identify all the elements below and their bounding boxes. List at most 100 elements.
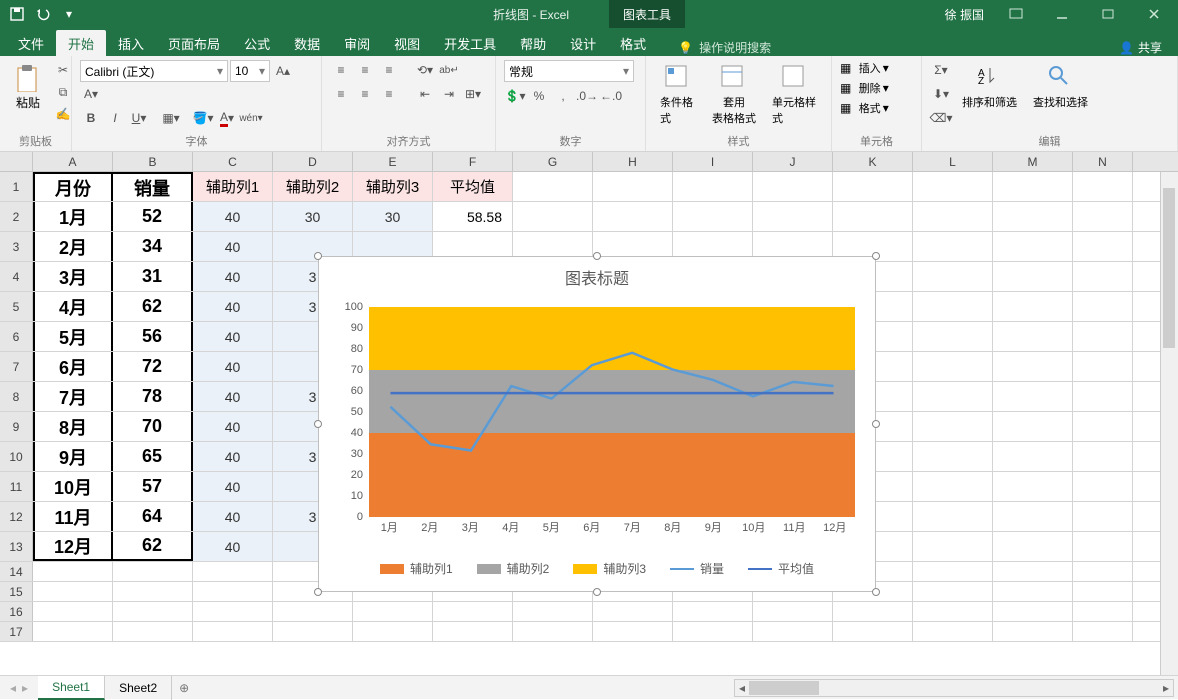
align-bottom-icon[interactable]: ≡ [378, 60, 400, 80]
close-icon[interactable] [1134, 1, 1174, 27]
row-header[interactable]: 13 [0, 532, 33, 561]
resize-handle-icon[interactable] [593, 252, 601, 260]
percent-icon[interactable]: % [528, 86, 550, 106]
number-format-combo[interactable]: 常规▾ [504, 60, 634, 82]
tab-insert[interactable]: 插入 [106, 30, 156, 56]
tab-page-layout[interactable]: 页面布局 [156, 30, 232, 56]
fill-icon[interactable]: ⬇▾ [930, 84, 952, 104]
resize-handle-icon[interactable] [314, 588, 322, 596]
column-header[interactable]: F [433, 152, 513, 171]
row-header[interactable]: 5 [0, 292, 33, 321]
merge-icon[interactable]: ⊞▾ [462, 84, 484, 104]
sort-filter-button[interactable]: AZ排序和筛选 [956, 60, 1023, 114]
tab-home[interactable]: 开始 [56, 30, 106, 56]
embedded-chart[interactable]: 图表标题 0102030405060708090100 1月2月3月4月5月6月… [318, 256, 876, 592]
tell-me-search[interactable]: 💡 操作说明搜索 [678, 39, 771, 56]
row-header[interactable]: 15 [0, 582, 33, 601]
format-painter-icon[interactable]: ✍ [52, 104, 74, 124]
column-header[interactable]: N [1073, 152, 1133, 171]
increase-indent-icon[interactable]: ⇥ [438, 84, 460, 104]
clear-icon[interactable]: ⌫▾ [930, 108, 952, 128]
align-right-icon[interactable]: ≡ [378, 84, 400, 104]
vertical-scrollbar[interactable] [1160, 172, 1178, 675]
find-select-button[interactable]: 查找和选择 [1027, 60, 1094, 114]
column-header[interactable]: G [513, 152, 593, 171]
italic-icon[interactable]: I [104, 108, 126, 128]
row-header[interactable]: 16 [0, 602, 33, 621]
autosum-icon[interactable]: Σ▾ [930, 60, 952, 80]
chart-legend[interactable]: 辅助列1辅助列2辅助列3销量平均值 [319, 560, 875, 577]
delete-cells-button[interactable]: ▦ 删除▾ [840, 80, 889, 96]
align-middle-icon[interactable]: ≡ [354, 60, 376, 80]
row-header[interactable]: 11 [0, 472, 33, 501]
wrap-text-icon[interactable]: ab↵ [438, 60, 460, 80]
column-header[interactable]: M [993, 152, 1073, 171]
resize-handle-icon[interactable] [872, 420, 880, 428]
fill-color-icon[interactable]: 🪣▾ [192, 108, 214, 128]
column-header[interactable]: A [33, 152, 113, 171]
paste-button[interactable]: 粘贴 [8, 60, 48, 115]
worksheet-grid[interactable]: ABCDEFGHIJKLMN 1月份销量辅助列1辅助列2辅助列3平均值21月52… [0, 152, 1178, 675]
sheet-tab-1[interactable]: Sheet1 [38, 676, 105, 700]
row-header[interactable]: 9 [0, 412, 33, 441]
copy-icon[interactable]: ⧉ [52, 82, 74, 102]
phonetic-icon[interactable]: wén▾ [240, 108, 262, 128]
row-header[interactable]: 7 [0, 352, 33, 381]
ribbon-display-icon[interactable] [996, 1, 1036, 27]
resize-handle-icon[interactable] [314, 420, 322, 428]
grow-font-icon[interactable]: A▴ [272, 61, 294, 81]
sheet-tab-2[interactable]: Sheet2 [105, 676, 172, 700]
horizontal-scrollbar[interactable]: ◂▸ [734, 679, 1174, 697]
row-header[interactable]: 3 [0, 232, 33, 261]
save-icon[interactable] [8, 5, 26, 23]
row-header[interactable]: 2 [0, 202, 33, 231]
row-header[interactable]: 8 [0, 382, 33, 411]
insert-cells-button[interactable]: ▦ 插入▾ [840, 60, 889, 76]
add-sheet-icon[interactable]: ⊕ [172, 681, 196, 695]
increase-decimal-icon[interactable]: .0→ [576, 86, 598, 106]
sheet-nav-first-icon[interactable]: ◂ [10, 681, 16, 695]
row-header[interactable]: 14 [0, 562, 33, 581]
tab-formulas[interactable]: 公式 [232, 30, 282, 56]
comma-icon[interactable]: , [552, 86, 574, 106]
select-all-corner[interactable] [0, 152, 33, 171]
minimize-icon[interactable] [1042, 1, 1082, 27]
tab-help[interactable]: 帮助 [508, 30, 558, 56]
conditional-format-button[interactable]: 条件格式 [654, 60, 702, 130]
user-name[interactable]: 徐 振国 [945, 6, 984, 23]
column-header[interactable]: I [673, 152, 753, 171]
bold-icon[interactable]: B [80, 108, 102, 128]
chart-title[interactable]: 图表标题 [319, 257, 875, 297]
font-color-icon[interactable]: A▾ [216, 108, 238, 128]
tab-data[interactable]: 数据 [282, 30, 332, 56]
decrease-decimal-icon[interactable]: ←.0 [600, 86, 622, 106]
align-top-icon[interactable]: ≡ [330, 60, 352, 80]
orientation-icon[interactable]: ⟲▾ [414, 60, 436, 80]
cut-icon[interactable]: ✂ [52, 60, 74, 80]
accounting-icon[interactable]: 💲▾ [504, 86, 526, 106]
cell-styles-button[interactable]: 单元格样式 [766, 60, 823, 130]
align-left-icon[interactable]: ≡ [330, 84, 352, 104]
column-header[interactable]: K [833, 152, 913, 171]
tab-design[interactable]: 设计 [558, 30, 608, 56]
chart-plot-area[interactable] [369, 307, 855, 515]
qat-dropdown-icon[interactable]: ▾ [60, 5, 78, 23]
row-header[interactable]: 10 [0, 442, 33, 471]
column-header[interactable]: E [353, 152, 433, 171]
resize-handle-icon[interactable] [872, 588, 880, 596]
shrink-font-icon[interactable]: A▾ [80, 84, 102, 104]
row-header[interactable]: 6 [0, 322, 33, 351]
row-header[interactable]: 12 [0, 502, 33, 531]
column-header[interactable]: D [273, 152, 353, 171]
font-size-combo[interactable]: 10▾ [230, 60, 270, 82]
font-name-combo[interactable]: Calibri (正文)▾ [80, 60, 228, 82]
undo-icon[interactable] [34, 5, 52, 23]
align-center-icon[interactable]: ≡ [354, 84, 376, 104]
decrease-indent-icon[interactable]: ⇤ [414, 84, 436, 104]
column-header[interactable]: B [113, 152, 193, 171]
column-header[interactable]: J [753, 152, 833, 171]
format-cells-button[interactable]: ▦ 格式▾ [840, 100, 889, 116]
column-header[interactable]: C [193, 152, 273, 171]
border-icon[interactable]: ▦▾ [160, 108, 182, 128]
row-header[interactable]: 4 [0, 262, 33, 291]
